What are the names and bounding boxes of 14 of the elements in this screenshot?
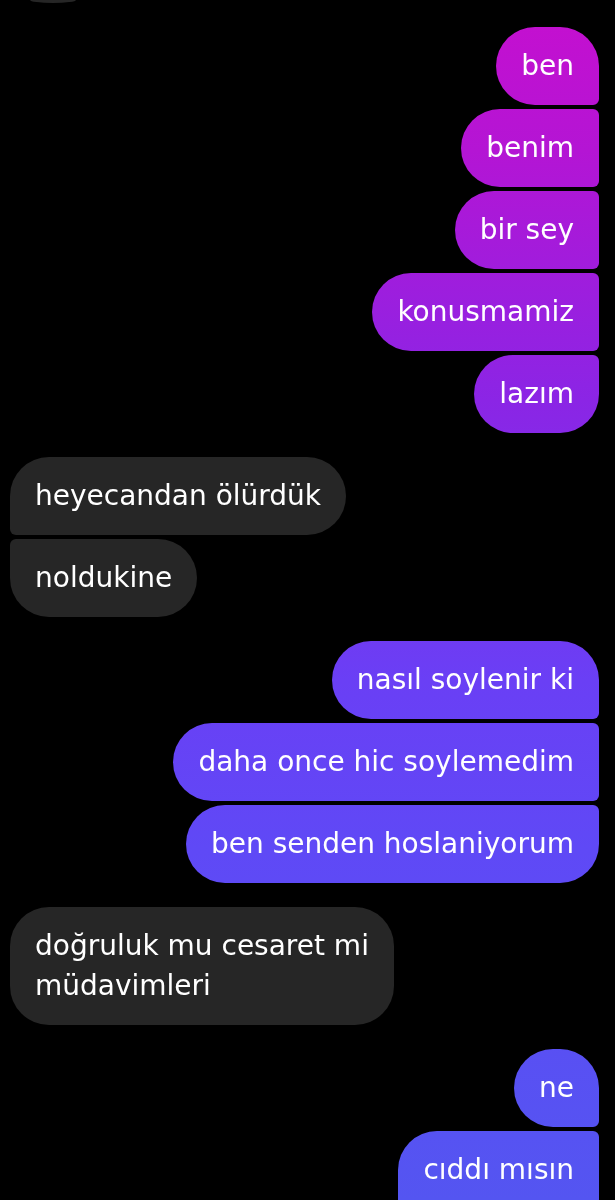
message-bubble: benim [461,109,599,187]
message-bubble: lazım [474,355,599,433]
message-bubble: heyecandan ölürdük [10,457,347,535]
message-bubble: cıddı mısın [398,1131,599,1200]
message-bubble: nasıl soylenir ki [331,641,599,719]
message-bubble: konusmamiz [372,273,599,351]
message-bubble [30,0,76,3]
message-bubble: bir sey [454,191,599,269]
message-bubble: ben [496,27,599,105]
message-bubble: daha once hic soylemedim [173,723,599,801]
message-bubble: noldukine [10,539,198,617]
message-bubble: ne [514,1049,599,1127]
message-bubble: ben senden hoslaniyorum [186,805,599,883]
message-bubble: doğruluk mu cesaret mi müdavimleri [10,907,394,1025]
